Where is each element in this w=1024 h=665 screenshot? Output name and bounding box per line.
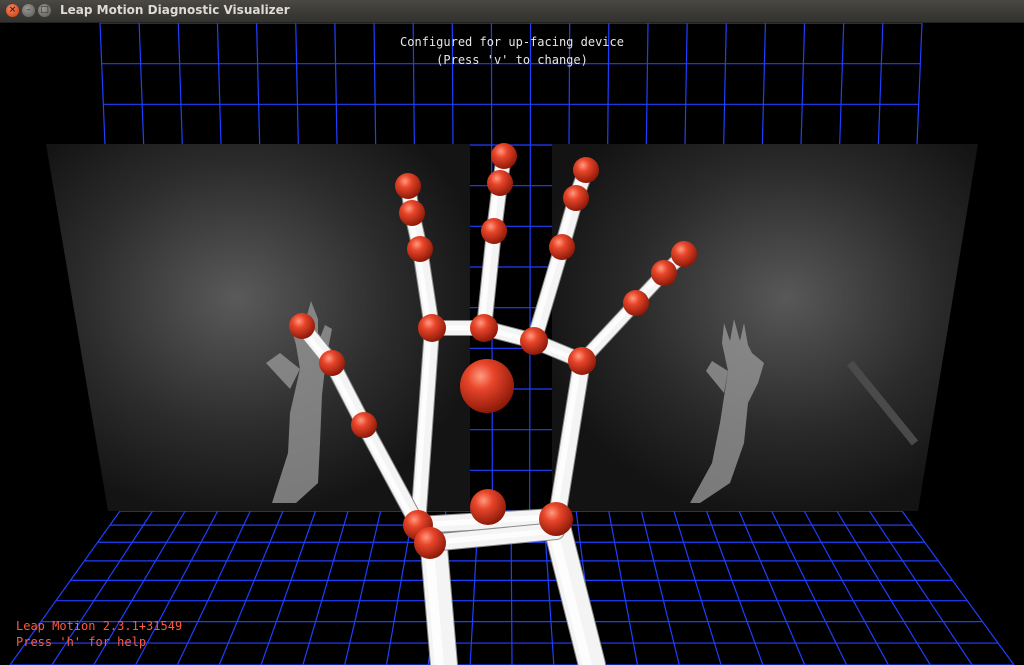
ring-finger-joint	[563, 185, 589, 211]
middle-finger-joint	[481, 218, 507, 244]
grid-line	[836, 510, 931, 665]
thumb-joint	[319, 350, 345, 376]
middle-finger-joint	[470, 314, 498, 342]
index-finger-joint	[407, 236, 433, 262]
minimize-icon[interactable]: –	[22, 4, 35, 17]
orientation-status: Configured for up-facing device	[400, 35, 624, 49]
pinky-finger-joint	[671, 241, 697, 267]
grid-line	[134, 510, 219, 665]
grid-line	[640, 510, 680, 665]
grid-line	[738, 510, 806, 665]
close-icon[interactable]: ×	[6, 4, 19, 17]
grid-line	[673, 510, 722, 665]
grid-line	[176, 510, 251, 665]
grid-line	[218, 510, 284, 665]
ring-finger-joint	[520, 327, 548, 355]
wrist-center-sphere	[470, 489, 506, 525]
window-title: Leap Motion Diagnostic Visualizer	[60, 3, 290, 17]
grid-line	[771, 510, 848, 665]
ring-finger-joint	[573, 157, 599, 183]
thumb-joint	[289, 313, 315, 339]
pinky-finger-joint	[623, 290, 649, 316]
index-finger-joint	[399, 200, 425, 226]
pinky-finger-joint	[568, 347, 596, 375]
maximize-icon[interactable]: □	[38, 4, 51, 17]
pinky-finger-joint	[651, 260, 677, 286]
visualizer-window: × – □ Leap Motion Diagnostic Visualizer	[0, 0, 1024, 665]
ring-finger-joint	[549, 234, 575, 260]
grid-line	[868, 510, 973, 665]
scene-canvas[interactable]	[0, 23, 1024, 665]
help-hint: Press 'h' for help	[16, 635, 147, 649]
grid-line	[344, 510, 382, 665]
grid-line	[803, 510, 890, 665]
wrist-joint	[414, 527, 446, 559]
3d-viewport[interactable]: Configured for up-facing device (Press '…	[0, 23, 1024, 665]
title-bar[interactable]: × – □ Leap Motion Diagnostic Visualizer	[0, 0, 1024, 23]
grid-line	[260, 510, 317, 665]
grid-line	[901, 510, 1015, 665]
middle-finger-joint	[491, 143, 517, 169]
middle-finger-joint	[487, 170, 513, 196]
version-label: Leap Motion 2.3.1+31549	[16, 619, 183, 633]
grid-line	[705, 510, 764, 665]
wrist-joint	[539, 502, 573, 536]
grid-line	[302, 510, 349, 665]
index-finger-joint	[395, 173, 421, 199]
palm-center-sphere	[460, 359, 514, 413]
orientation-hint: (Press 'v' to change)	[436, 53, 588, 67]
grid-line	[608, 510, 639, 665]
thumb-joint	[351, 412, 377, 438]
index-finger-joint	[418, 314, 446, 342]
